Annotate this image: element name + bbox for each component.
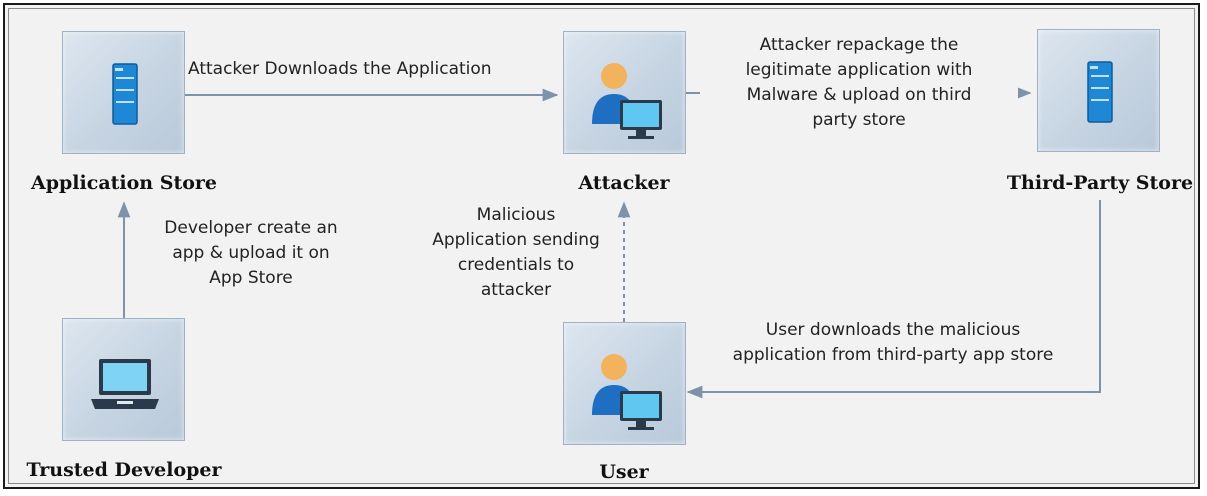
attacker-node [563,31,686,154]
laptop-icon [91,359,159,409]
label-malicious-line: attacker [480,280,552,300]
server-icon [1087,61,1113,123]
label-repackage-line: Attacker repackage the [759,35,959,55]
label-repackage-line: party store [812,110,906,130]
trusted-developer-title: Trusted Developer [26,459,222,481]
trusted-developer-node [62,318,185,441]
label-malicious-line: Application sending [432,230,600,250]
label-malicious-line: credentials to [457,255,575,275]
label-developer-line: Developer create an [164,218,338,238]
label-repackage-line: Malware & upload on third [746,85,972,105]
label-user-downloads-line: application from third-party app store [732,345,1054,365]
attacker-title: Attacker [578,172,670,194]
server-icon [112,63,138,125]
label-downloads: Attacker Downloads the Application [188,57,492,82]
label-malicious: Malicious Application sending credential… [414,203,618,303]
user-node [563,322,686,445]
label-user-downloads: User downloads the malicious application… [692,318,1094,368]
label-repackage-line: legitimate application with [745,60,973,80]
application-store-title: Application Store [31,172,217,194]
label-user-downloads-line: User downloads the malicious [765,320,1021,340]
label-developer-line: app & upload it on [172,243,330,263]
label-developer-line: App Store [209,268,293,288]
third-party-store-title: Third-Party Store [1006,172,1194,194]
third-party-store-node [1037,29,1160,152]
user-computer-icon [592,354,662,430]
user-computer-icon [592,63,662,139]
label-malicious-line: Malicious [476,205,556,225]
label-developer: Developer create an app & upload it on A… [140,216,362,291]
application-store-node [62,31,185,154]
label-repackage: Attacker repackage the legitimate applic… [700,33,1018,133]
user-title: User [599,461,649,483]
